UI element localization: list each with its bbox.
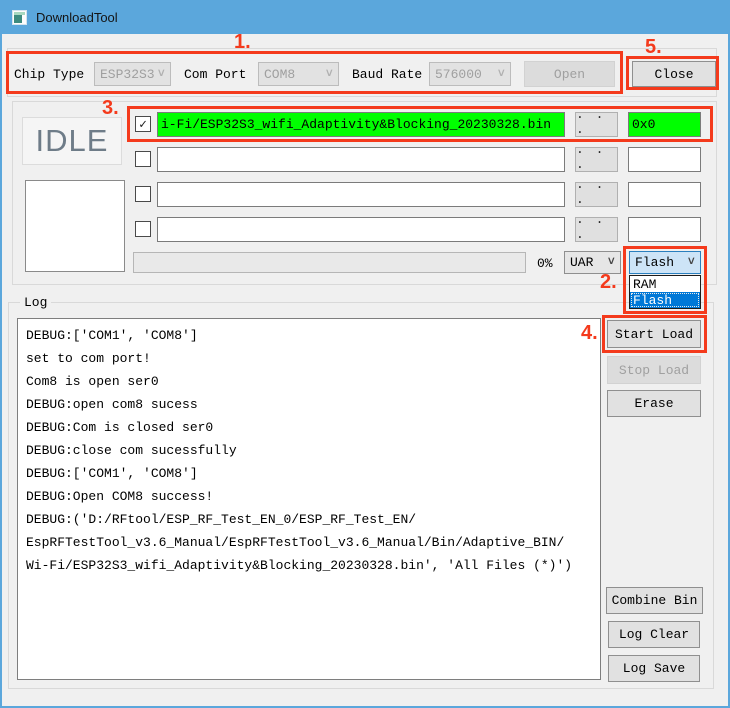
annotation-label-step5: 5. — [645, 37, 662, 57]
annotation-label-step3: 3. — [102, 98, 119, 118]
chip-type-label: Chip Type — [14, 62, 84, 86]
check-icon: ✓ — [139, 118, 147, 131]
log-line: EspRFTestTool_v3.6_Manual/EspRFTestTool_… — [26, 531, 596, 554]
log-line: DEBUG:['COM1', 'COM8'] — [26, 462, 596, 485]
browse-button-4[interactable]: . . . — [575, 217, 618, 242]
log-line: Com8 is open ser0 — [26, 370, 596, 393]
offset-field-4[interactable] — [628, 217, 701, 242]
open-button[interactable]: Open — [524, 61, 615, 87]
bin-path-field-4[interactable] — [157, 217, 565, 242]
bin-file-checkbox-3[interactable] — [135, 186, 151, 202]
preview-panel — [25, 180, 125, 272]
chip-type-value: ESP32S3 — [100, 67, 155, 82]
chevron-down-icon: ∨ — [157, 69, 166, 80]
titlebar: DownloadTool — [0, 0, 730, 34]
offset-field-3[interactable] — [628, 182, 701, 207]
log-line: DEBUG:Com is closed ser0 — [26, 416, 596, 439]
mode-option-flash[interactable]: Flash — [630, 292, 700, 308]
com-port-value: COM8 — [264, 67, 295, 82]
chevron-down-icon: ∨ — [687, 257, 696, 268]
log-line: DEBUG:close com sucessfully — [26, 439, 596, 462]
log-group-label: Log — [20, 295, 51, 310]
annotation-label-step1: 1. — [234, 32, 251, 52]
mode-value: Flash — [635, 255, 674, 270]
annotation-label-step2: 2. — [600, 272, 617, 292]
log-line: Wi-Fi/ESP32S3_wifi_Adaptivity&Blocking_2… — [26, 554, 596, 577]
log-line: DEBUG:open com8 sucess — [26, 393, 596, 416]
start-load-button[interactable]: Start Load — [607, 320, 701, 348]
window-title: DownloadTool — [36, 10, 118, 25]
bin-path-field-2[interactable] — [157, 147, 565, 172]
downloadtool-window: DownloadTool — ☐ ✕ Chip Type ESP32S3 ∨ C… — [0, 0, 730, 708]
baud-rate-select[interactable]: 576000 ∨ — [429, 62, 511, 86]
chevron-down-icon: ∨ — [607, 257, 616, 268]
browse-button-3[interactable]: . . . — [575, 182, 618, 207]
com-port-label: Com Port — [184, 62, 246, 86]
combine-bin-button[interactable]: Combine Bin — [606, 587, 703, 614]
bin-file-checkbox-4[interactable] — [135, 221, 151, 237]
log-line: DEBUG:Open COM8 success! — [26, 485, 596, 508]
progress-percent: 0% — [537, 251, 553, 275]
mode-select[interactable]: Flash ∨ — [629, 251, 701, 274]
chip-type-select[interactable]: ESP32S3 ∨ — [94, 62, 171, 86]
bin-file-checkbox-1[interactable]: ✓ — [135, 116, 151, 132]
mode-dropdown-list: RAM Flash — [629, 275, 701, 309]
log-line: DEBUG:['COM1', 'COM8'] — [26, 324, 596, 347]
log-line: DEBUG:('D:/RFtool/ESP_RF_Test_EN_0/ESP_R… — [26, 508, 596, 531]
bin-path-field-3[interactable] — [157, 182, 565, 207]
stop-load-button[interactable]: Stop Load — [607, 356, 701, 384]
browse-button-1[interactable]: . . . — [575, 112, 618, 137]
log-line: set to com port! — [26, 347, 596, 370]
app-icon — [12, 10, 27, 25]
baud-rate-value: 576000 — [435, 67, 482, 82]
offset-field-1[interactable]: 0x0 — [628, 112, 701, 137]
baud-rate-label: Baud Rate — [352, 62, 422, 86]
log-output[interactable]: DEBUG:['COM1', 'COM8'] set to com port! … — [17, 318, 601, 680]
log-save-button[interactable]: Log Save — [608, 655, 700, 682]
progress-bar — [133, 252, 526, 273]
browse-button-2[interactable]: . . . — [575, 147, 618, 172]
bin-path-field-1[interactable]: i-Fi/ESP32S3_wifi_Adaptivity&Blocking_20… — [157, 112, 565, 137]
log-clear-button[interactable]: Log Clear — [608, 621, 700, 648]
chevron-down-icon: ∨ — [325, 69, 334, 80]
uart-value: UAR — [570, 255, 593, 270]
mode-option-ram[interactable]: RAM — [630, 276, 700, 292]
chevron-down-icon: ∨ — [497, 69, 506, 80]
status-idle: IDLE — [22, 117, 122, 165]
erase-button[interactable]: Erase — [607, 390, 701, 417]
bin-file-checkbox-2[interactable] — [135, 151, 151, 167]
com-port-select[interactable]: COM8 ∨ — [258, 62, 339, 86]
annotation-label-step4: 4. — [581, 323, 598, 343]
close-button[interactable]: Close — [632, 61, 716, 87]
offset-field-2[interactable] — [628, 147, 701, 172]
